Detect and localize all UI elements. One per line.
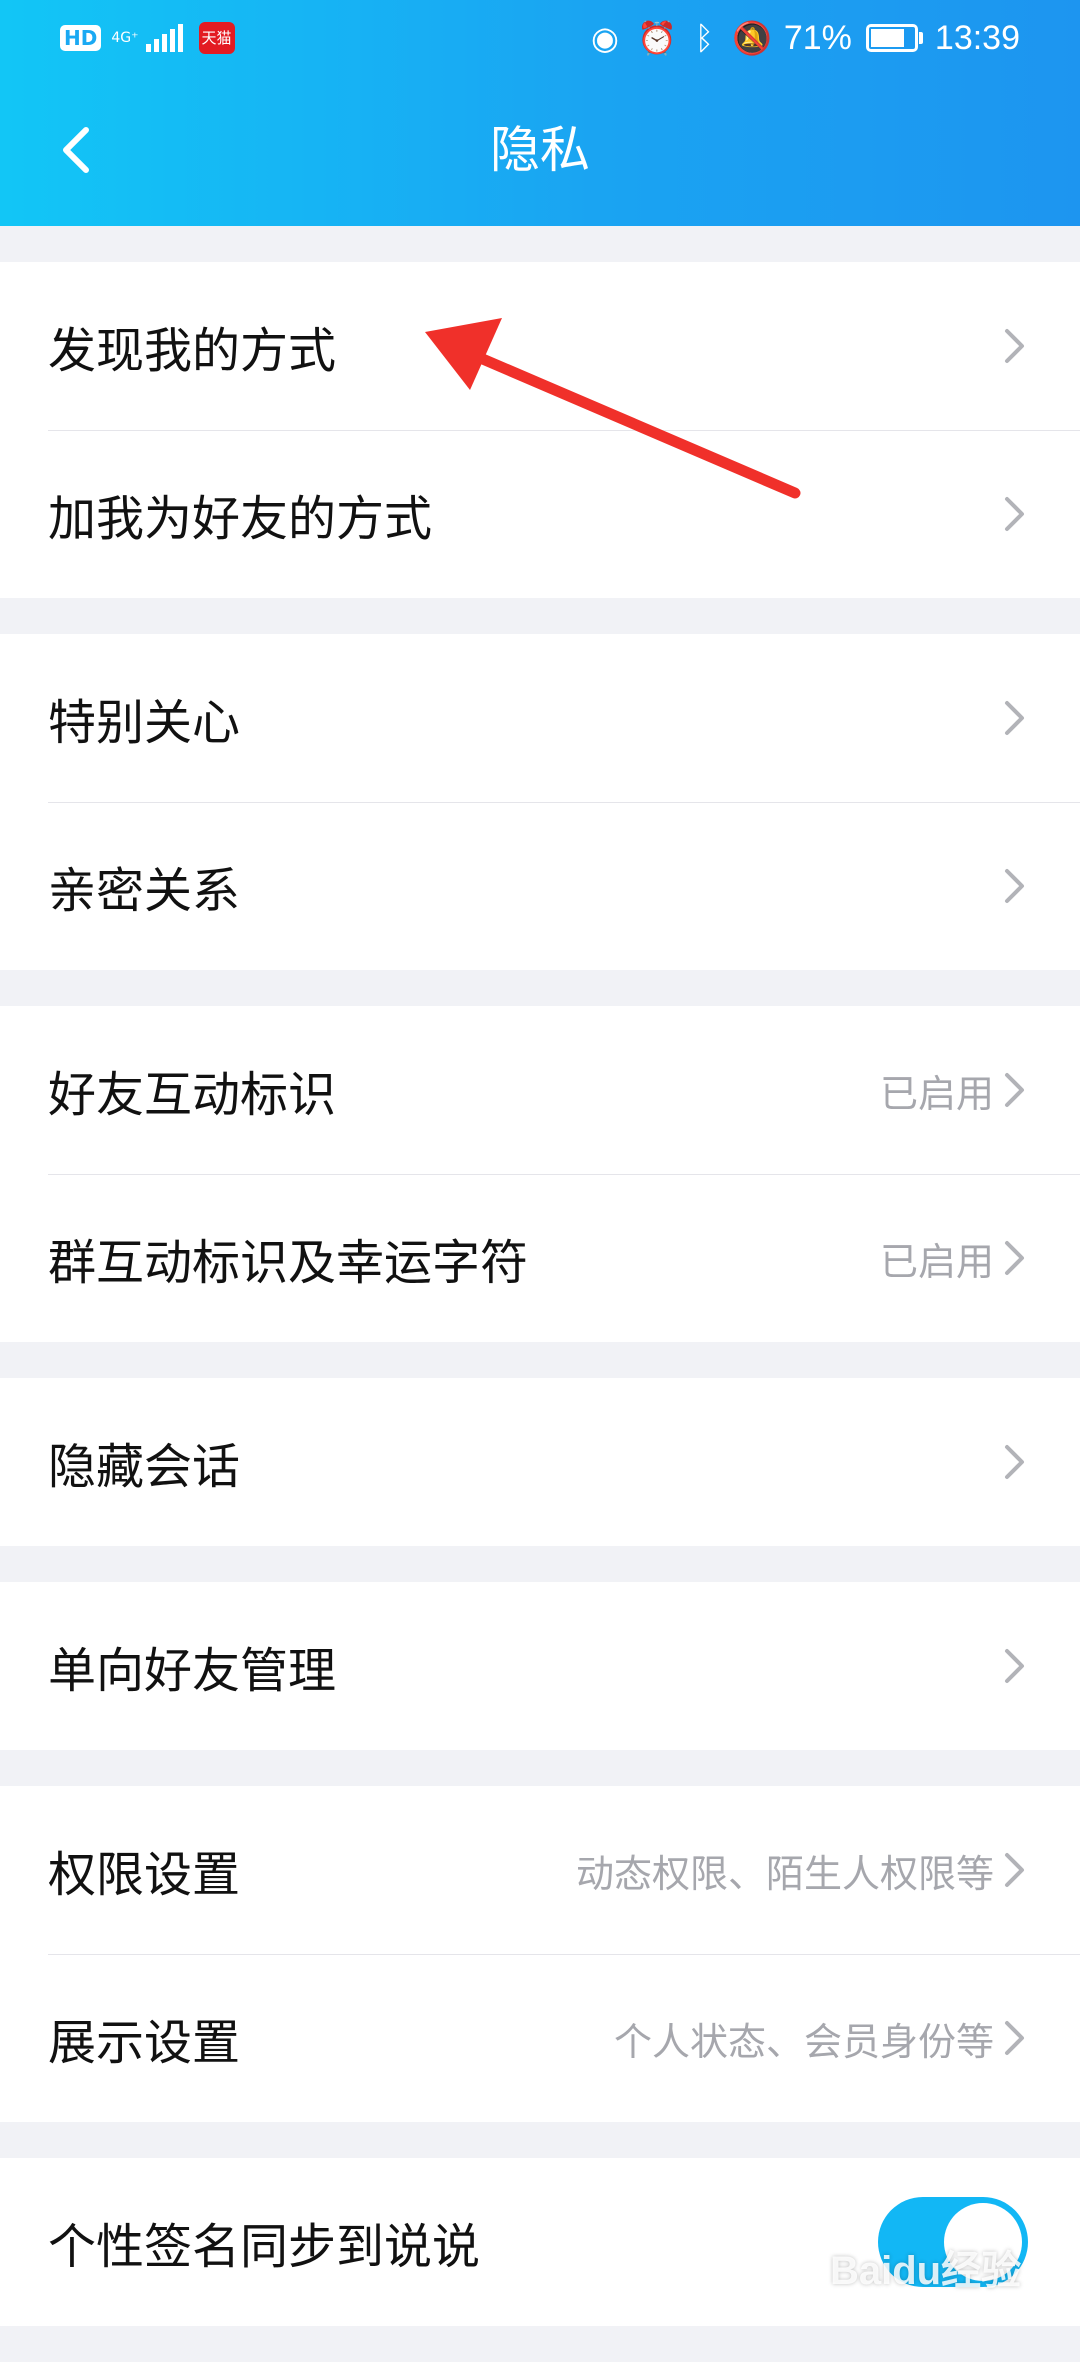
settings-row-value: 个人状态、会员身份等 (613, 2019, 994, 2064)
settings-row-label: 特别关心 (48, 695, 241, 751)
settings-row[interactable]: 特别关心 (0, 634, 1080, 802)
network-type: 4G⁺ (111, 29, 139, 46)
clock: 13:39 (934, 18, 1020, 57)
chevron-right-icon (1002, 495, 1028, 533)
battery-tip (918, 32, 923, 44)
settings-group: 好友互动标识 已启用 群互动标识及幸运字符 已启用 (0, 1006, 1080, 1342)
header: HD 4G⁺ 天猫 ◉ ⏰ ᛒ 🔕 71% 13:39 隐私 (0, 0, 1080, 226)
tmall-app-icon: 天猫 (198, 22, 235, 54)
settings-row-label: 展示设置 (48, 2015, 241, 2071)
chevron-right-icon (1002, 1443, 1028, 1481)
chevron-right-icon (1002, 327, 1028, 365)
settings-row-value: 已启用 (879, 1239, 994, 1284)
settings-row-label: 个性签名同步到说说 (48, 2219, 481, 2275)
chevron-right-icon (1002, 1851, 1028, 1889)
settings-row-value: 已启用 (879, 1071, 994, 1116)
chevron-right-icon (1002, 2019, 1028, 2057)
settings-group: 隐藏会话 (0, 1378, 1080, 1546)
settings-group: 权限设置 动态权限、陌生人权限等展示设置 个人状态、会员身份等 (0, 1786, 1080, 2122)
settings-row[interactable]: 好友互动标识 已启用 (0, 1006, 1080, 1174)
settings-row[interactable]: 加我为好友的方式 (0, 430, 1080, 598)
battery-percent: 71% (783, 18, 852, 57)
settings-row-label: 亲密关系 (48, 863, 241, 919)
settings-row-value: 动态权限、陌生人权限等 (575, 1851, 994, 1896)
watermark: Baidu经验 (830, 2249, 1022, 2293)
settings-row[interactable]: 群互动标识及幸运字符 已启用 (0, 1174, 1080, 1342)
chevron-right-icon (1002, 699, 1028, 737)
page-title: 隐私 (490, 121, 590, 179)
status-bar: HD 4G⁺ 天猫 ◉ ⏰ ᛒ 🔕 71% 13:39 (0, 0, 1080, 76)
chevron-right-icon (1002, 867, 1028, 905)
chevron-right-icon (1002, 1647, 1028, 1685)
battery-icon (865, 24, 918, 52)
eye-icon: ◉ (591, 19, 619, 57)
settings-list: 发现我的方式 加我为好友的方式 特别关心 亲密关系 好友互动标识 已启用 群互动标识及幸运字… (0, 262, 1080, 2362)
settings-row[interactable]: 隐藏会话 (0, 1378, 1080, 1546)
hd-badge: HD (60, 25, 102, 51)
settings-row-label: 群互动标识及幸运字符 (48, 1235, 529, 1291)
settings-row[interactable]: 亲密关系 (0, 802, 1080, 970)
settings-group: 特别关心 亲密关系 (0, 634, 1080, 970)
settings-row-label: 加我为好友的方式 (48, 491, 433, 547)
settings-row-label: 好友互动标识 (48, 1067, 337, 1123)
settings-group: 单向好友管理 (0, 1582, 1080, 1750)
settings-row[interactable]: 发现我的方式 (0, 262, 1080, 430)
settings-row-label: 隐藏会话 (48, 1439, 241, 1495)
settings-row-label: 单向好友管理 (48, 1643, 337, 1699)
chevron-right-icon (1002, 1071, 1028, 1109)
title-bar: 隐私 (0, 90, 1080, 210)
chevron-right-icon (1002, 1239, 1028, 1277)
bluetooth-icon: ᛒ (694, 19, 714, 57)
settings-group: 发现我的方式加我为好友的方式 (0, 262, 1080, 598)
settings-row[interactable]: 单向好友管理 (0, 1582, 1080, 1750)
settings-row[interactable]: 权限设置 动态权限、陌生人权限等 (0, 1786, 1080, 1954)
mute-icon: 🔕 (732, 19, 772, 57)
settings-row-label: 发现我的方式 (48, 323, 337, 379)
settings-row-label: 权限设置 (48, 1847, 241, 1903)
alarm-icon: ⏰ (636, 19, 677, 57)
settings-row[interactable]: 展示设置 个人状态、会员身份等 (0, 1954, 1080, 2122)
signal-icon (143, 24, 183, 52)
